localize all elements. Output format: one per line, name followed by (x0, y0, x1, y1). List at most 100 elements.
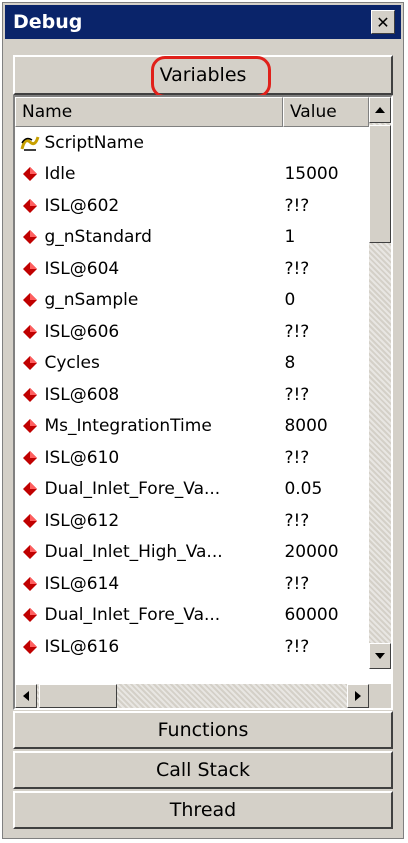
list-item[interactable]: Idle 15000 (15, 159, 369, 191)
close-button[interactable]: ✕ (371, 10, 395, 34)
variable-diamond-icon (15, 198, 44, 214)
variable-diamond-icon (15, 576, 44, 592)
call-stack-tab-button[interactable]: Call Stack (13, 751, 393, 789)
list-item[interactable]: ISL@608?!? (15, 379, 369, 411)
variable-diamond-icon (15, 229, 44, 245)
list-item[interactable]: ISL@616?!? (15, 631, 369, 663)
variable-diamond-icon (15, 292, 44, 308)
variable-value: 0 (284, 290, 296, 311)
variable-name: ISL@612 (44, 510, 120, 531)
list-item[interactable]: ScriptName (15, 127, 369, 159)
variable-diamond-icon (15, 324, 44, 340)
variable-name: ISL@610 (44, 447, 120, 468)
variable-value: ?!? (284, 447, 310, 468)
variable-value: 1 (284, 227, 296, 248)
column-header-name[interactable]: Name (15, 97, 283, 127)
functions-tab-label: Functions (157, 719, 249, 741)
list-item[interactable]: ISL@604?!? (15, 253, 369, 285)
call-stack-tab-label: Call Stack (155, 759, 251, 781)
variable-name: ISL@614 (44, 573, 120, 594)
scroll-left-button[interactable] (15, 684, 37, 708)
list-item[interactable]: g_nStandard 1 (15, 222, 369, 254)
title-bar[interactable]: Debug ✕ (5, 5, 401, 39)
horizontal-scroll-thumb[interactable] (39, 684, 117, 708)
scroll-down-button[interactable] (369, 643, 391, 669)
variable-diamond-icon (15, 544, 44, 560)
list-header: Name Value (15, 97, 369, 127)
horizontal-scrollbar[interactable] (15, 684, 369, 708)
variable-name: Idle (44, 164, 76, 185)
variable-diamond-icon (15, 355, 44, 371)
thread-tab-button[interactable]: Thread (13, 791, 393, 829)
variable-value: ?!? (284, 636, 310, 657)
variable-value: ?!? (284, 195, 310, 216)
variable-diamond-icon (15, 607, 44, 623)
variable-name: ISL@616 (44, 636, 120, 657)
variable-value: ?!? (284, 321, 310, 342)
variable-name: Ms_IntegrationTime (44, 416, 212, 437)
arrow-left-icon (23, 691, 29, 701)
scroll-right-button[interactable] (347, 684, 369, 708)
arrow-down-icon (375, 653, 385, 659)
window-title: Debug (13, 11, 83, 33)
variable-name: ISL@608 (44, 384, 120, 405)
variable-name: Dual_Inlet_Fore_Va... (44, 479, 221, 500)
variable-diamond-icon (15, 450, 44, 466)
column-header-value[interactable]: Value (283, 97, 369, 127)
vertical-scroll-thumb[interactable] (369, 125, 391, 243)
list-rows: ScriptName Idle 15000 ISL@602?!? g_nStandard… (15, 127, 369, 667)
variable-value: 8000 (284, 416, 328, 437)
variable-name: ScriptName (44, 132, 144, 153)
variable-value: 0.05 (284, 479, 323, 500)
variable-name: g_nSample (44, 290, 139, 311)
variable-value: 15000 (284, 164, 339, 185)
list-item[interactable]: ISL@606?!? (15, 316, 369, 348)
list-item[interactable]: Dual_Inlet_High_Va... 20000 (15, 537, 369, 569)
script-icon (15, 134, 44, 152)
list-item[interactable]: g_nSample 0 (15, 285, 369, 317)
variable-value: ?!? (284, 384, 310, 405)
variable-value: 60000 (284, 605, 339, 626)
variable-name: Dual_Inlet_High_Va... (44, 542, 223, 563)
variable-name: ISL@602 (44, 195, 120, 216)
variable-diamond-icon (15, 639, 44, 655)
variable-diamond-icon (15, 387, 44, 403)
variable-diamond-icon (15, 481, 44, 497)
thread-tab-label: Thread (169, 799, 237, 821)
list-item[interactable]: ISL@602?!? (15, 190, 369, 222)
list-item[interactable]: Ms_IntegrationTime 8000 (15, 411, 369, 443)
arrow-right-icon (355, 691, 361, 701)
variable-value: 20000 (284, 542, 339, 563)
column-header-name-label: Name (22, 102, 73, 122)
variable-value: 8 (284, 353, 296, 374)
variables-list: Name Value ScriptName Idle 15000 ISL@602?!?… (13, 95, 393, 710)
variable-name: ISL@606 (44, 321, 120, 342)
variable-name: ISL@604 (44, 258, 120, 279)
arrow-up-icon (375, 107, 385, 113)
scroll-up-button[interactable] (369, 97, 391, 123)
variable-value: ?!? (284, 258, 310, 279)
scrollbar-corner (369, 684, 391, 708)
vertical-scrollbar[interactable] (369, 97, 391, 669)
variable-value: ?!? (284, 573, 310, 594)
variable-name: g_nStandard (44, 227, 152, 248)
variable-name: Dual_Inlet_Fore_Va... (44, 605, 221, 626)
variable-diamond-icon (15, 513, 44, 529)
variable-name: Cycles (44, 353, 100, 374)
variables-tab-button[interactable]: Variables (13, 55, 393, 95)
functions-tab-button[interactable]: Functions (13, 711, 393, 749)
variable-diamond-icon (15, 166, 44, 182)
list-item[interactable]: ISL@614?!? (15, 568, 369, 600)
list-item[interactable]: ISL@610?!? (15, 442, 369, 474)
list-item[interactable]: ISL@612?!? (15, 505, 369, 537)
variable-diamond-icon (15, 261, 44, 277)
variable-value: ?!? (284, 510, 310, 531)
variable-diamond-icon (15, 418, 44, 434)
debug-window: Debug ✕ Variables Name Value ScriptName I… (2, 2, 404, 839)
variables-tab-label: Variables (159, 64, 247, 86)
list-item[interactable]: Dual_Inlet_Fore_Va... 60000 (15, 600, 369, 632)
list-item[interactable]: Cycles 8 (15, 348, 369, 380)
column-header-value-label: Value (290, 102, 337, 122)
list-item[interactable]: Dual_Inlet_Fore_Va... 0.05 (15, 474, 369, 506)
close-icon: ✕ (376, 12, 390, 32)
